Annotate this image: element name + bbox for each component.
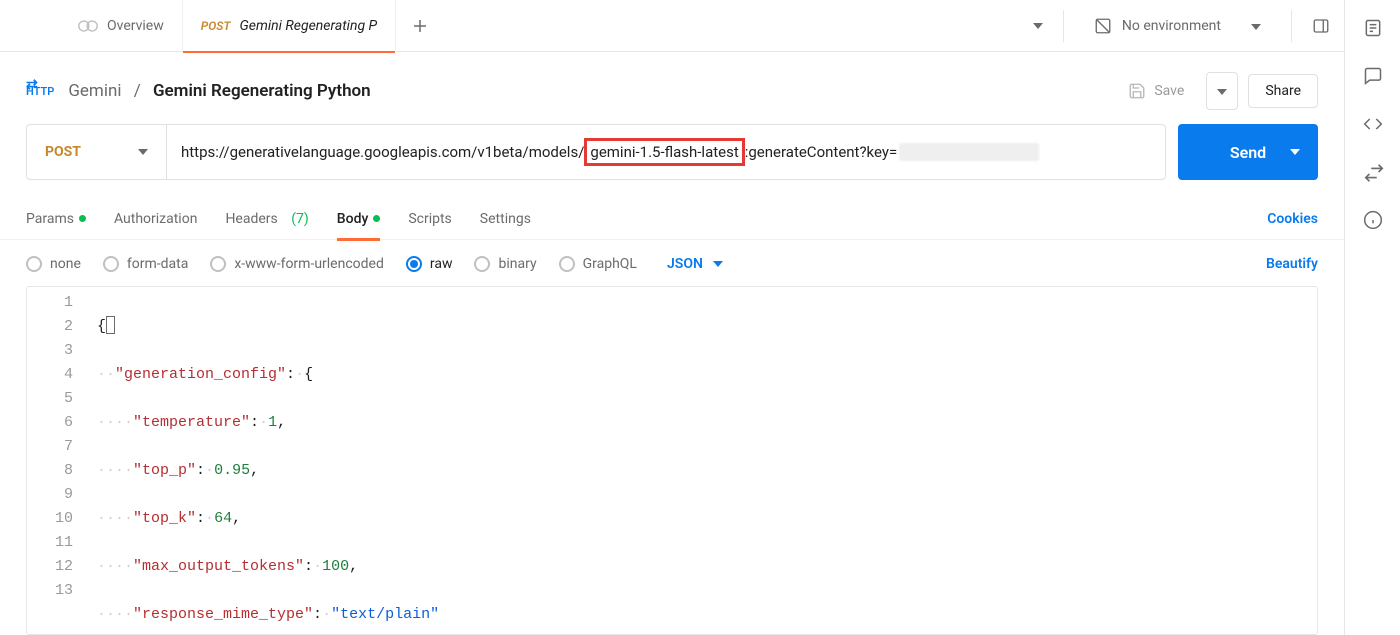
- body-format-selector[interactable]: JSON: [667, 256, 723, 272]
- method-label: POST: [45, 144, 81, 160]
- share-label: Share: [1265, 83, 1301, 99]
- body-type-raw[interactable]: raw: [406, 256, 453, 272]
- share-button[interactable]: Share: [1248, 74, 1318, 108]
- url-redacted-key: [899, 143, 1039, 161]
- breadcrumb: Gemini / Gemini Regenerating Python: [68, 81, 370, 101]
- beautify-button[interactable]: Beautify: [1266, 256, 1318, 272]
- eyes-icon: [78, 19, 98, 33]
- tab-request-label: Gemini Regenerating P: [240, 18, 378, 34]
- code-icon[interactable]: [1363, 114, 1383, 134]
- tab-settings[interactable]: Settings: [480, 198, 531, 240]
- documentation-icon[interactable]: [1363, 18, 1383, 38]
- line-gutter: 12345678910111213: [27, 287, 87, 634]
- tab-request-active[interactable]: POST Gemini Regenerating P: [183, 0, 396, 52]
- environment-label: No environment: [1122, 18, 1221, 34]
- body-type-form-data[interactable]: form-data: [103, 256, 188, 272]
- dot-indicator: [373, 215, 380, 222]
- url-prefix: https://generativelanguage.googleapis.co…: [181, 143, 584, 161]
- http-method-selector[interactable]: POST: [27, 125, 167, 179]
- body-type-binary[interactable]: binary: [474, 256, 536, 272]
- chevron-down-icon: [138, 149, 148, 155]
- headers-count: (7): [291, 211, 309, 227]
- top-tab-strip: Overview POST Gemini Regenerating P No e…: [0, 0, 1344, 52]
- tab-headers[interactable]: Headers (7): [225, 198, 308, 240]
- tab-authorization[interactable]: Authorization: [114, 198, 197, 240]
- tab-scripts[interactable]: Scripts: [408, 198, 451, 240]
- breadcrumb-request: Gemini Regenerating Python: [153, 81, 371, 101]
- cookies-link[interactable]: Cookies: [1267, 211, 1318, 227]
- url-bar: POST https://generativelanguage.googleap…: [26, 124, 1166, 180]
- http-badge: ⇄HTTP: [26, 85, 54, 98]
- request-body-editor[interactable]: 12345678910111213 { ··"generation_config…: [26, 286, 1318, 635]
- tab-params[interactable]: Params: [26, 198, 86, 240]
- chevron-down-icon: [713, 261, 723, 267]
- body-type-urlencoded[interactable]: x-www-form-urlencoded: [210, 256, 384, 272]
- new-tab-button[interactable]: [396, 0, 444, 52]
- tab-overview-label: Overview: [107, 18, 164, 34]
- url-input[interactable]: https://generativelanguage.googleapis.co…: [167, 125, 1165, 179]
- right-icon-rail: [1344, 0, 1400, 635]
- dot-indicator: [79, 215, 86, 222]
- breadcrumb-collection[interactable]: Gemini: [68, 81, 121, 101]
- send-button[interactable]: Send: [1178, 124, 1318, 180]
- tab-body[interactable]: Body: [337, 198, 381, 240]
- code-content[interactable]: { ··"generation_config":·{ ····"temperat…: [87, 287, 709, 634]
- save-label: Save: [1154, 83, 1184, 99]
- tab-overflow-chevron[interactable]: [1033, 23, 1043, 29]
- body-type-none[interactable]: none: [26, 256, 81, 272]
- body-type-graphql[interactable]: GraphQL: [559, 256, 637, 272]
- tab-method-badge: POST: [201, 19, 231, 33]
- send-label: Send: [1230, 143, 1266, 162]
- no-env-icon: [1094, 17, 1112, 35]
- url-suffix: :generateContent?key=: [745, 143, 897, 161]
- tab-overview[interactable]: Overview: [60, 0, 183, 52]
- save-dropdown[interactable]: [1206, 72, 1238, 110]
- save-button[interactable]: Save: [1116, 74, 1196, 108]
- sidebar-toggle-icon[interactable]: [1312, 17, 1330, 35]
- info-icon[interactable]: [1363, 210, 1383, 230]
- related-icon[interactable]: [1363, 162, 1383, 182]
- save-icon: [1128, 82, 1146, 100]
- chevron-down-icon: [1290, 149, 1300, 155]
- environment-chevron[interactable]: [1241, 12, 1271, 40]
- url-model-highlight: gemini-1.5-flash-latest: [584, 138, 744, 166]
- environment-selector[interactable]: No environment: [1084, 11, 1231, 41]
- comments-icon[interactable]: [1363, 66, 1383, 86]
